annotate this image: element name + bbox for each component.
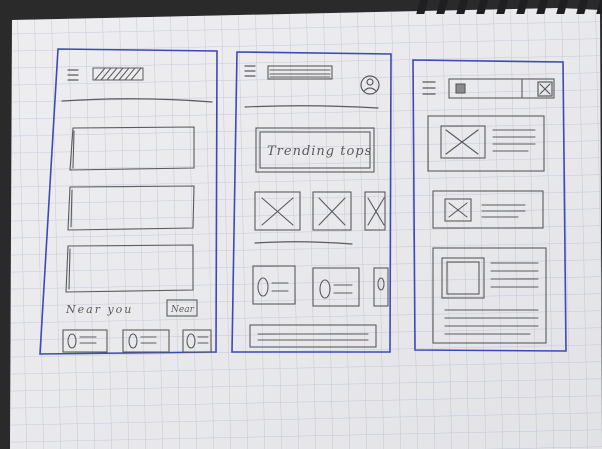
trending-label: Trending tops	[267, 144, 372, 159]
wireframe-photo: Near you Near Trending tops	[0, 0, 602, 449]
near-button-label: Near	[170, 305, 195, 315]
section-label: Near you	[65, 303, 133, 316]
